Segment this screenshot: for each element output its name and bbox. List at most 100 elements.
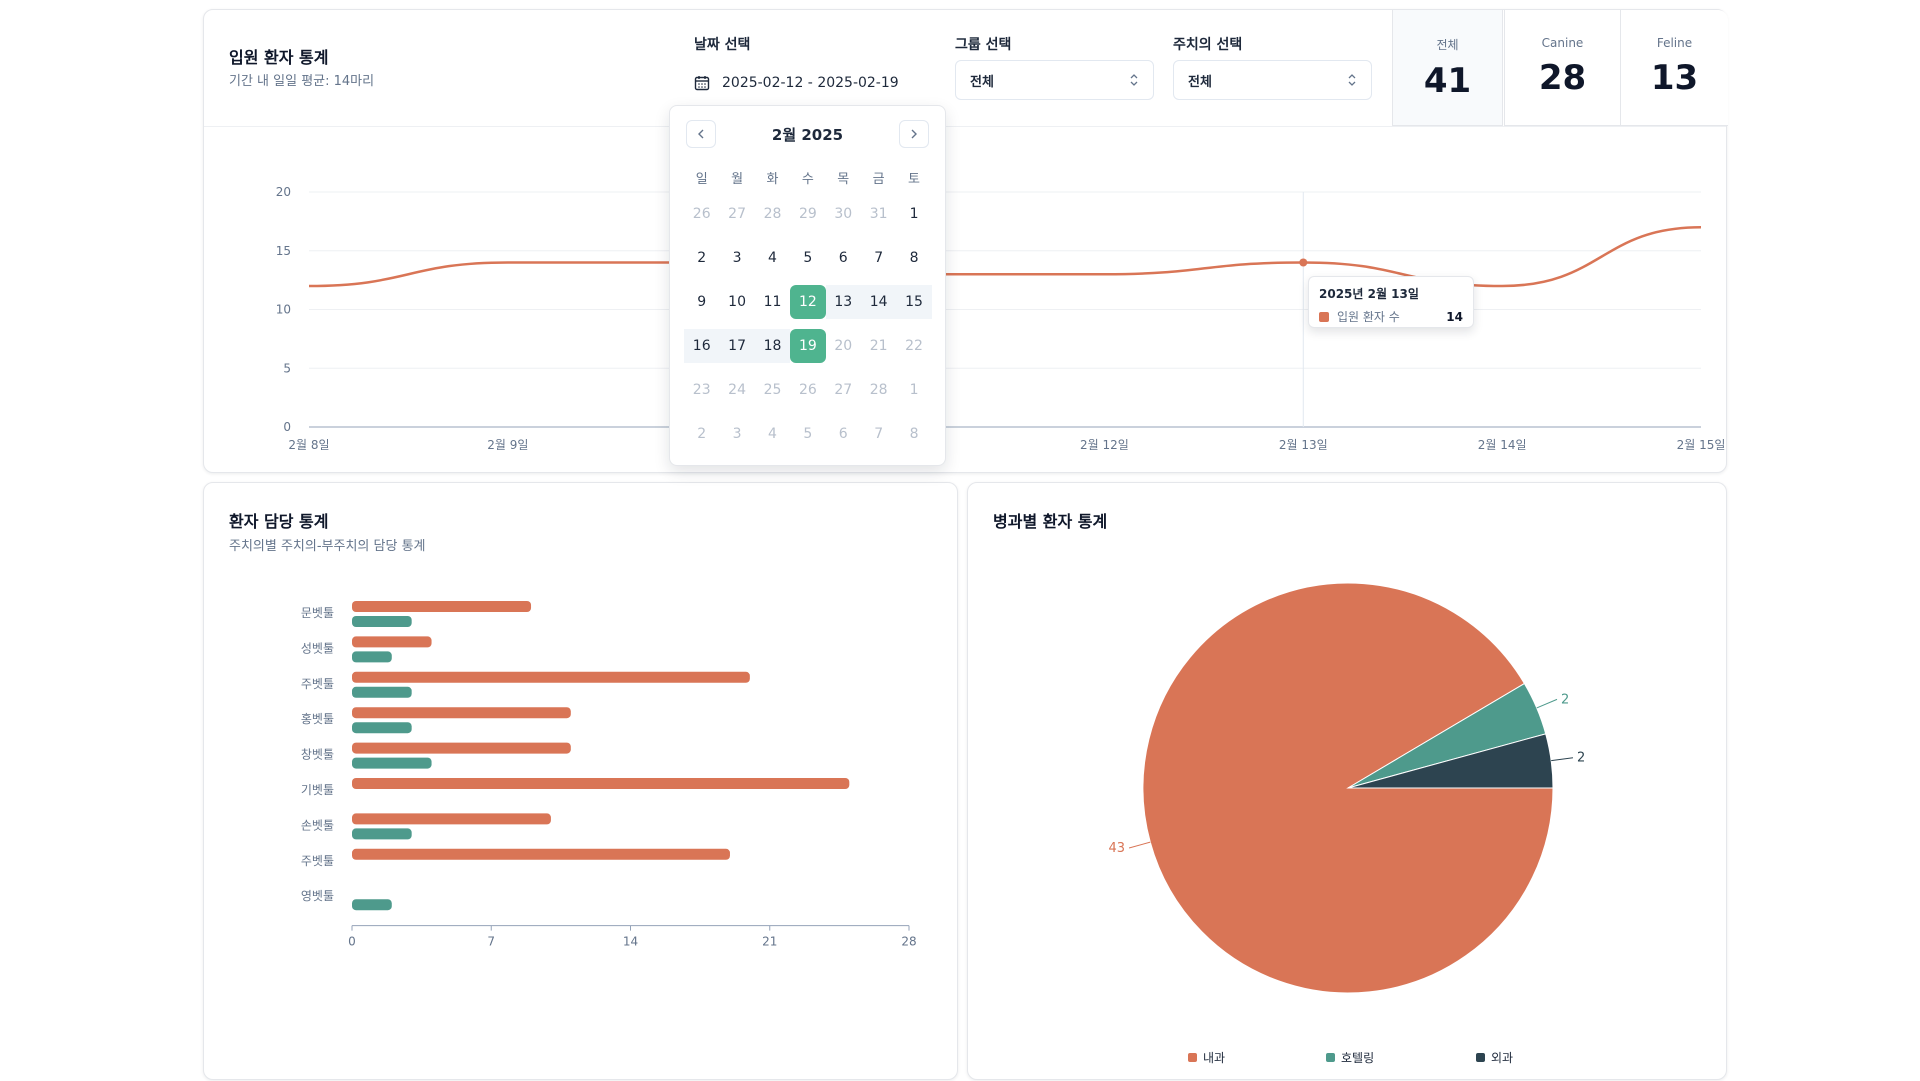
y-tick-label: 10: [276, 303, 291, 317]
stat-feline[interactable]: Feline 13: [1620, 10, 1728, 126]
x-tick-label: 21: [762, 935, 777, 949]
calendar-day[interactable]: 27: [826, 373, 861, 407]
calendar-day[interactable]: 31: [861, 197, 896, 231]
bar-secondary: [352, 686, 412, 698]
chart-tooltip: 2025년 2월 13일 입원 환자 수 14: [1308, 276, 1474, 328]
category-label: 홍벳툴: [301, 712, 334, 726]
calendar-day[interactable]: 2: [684, 417, 719, 451]
calendar-day[interactable]: 7: [861, 241, 896, 275]
legend-label: 호텔링: [1341, 1051, 1375, 1065]
calendar-day[interactable]: 26: [790, 373, 825, 407]
calendar-day[interactable]: 7: [861, 417, 896, 451]
chevron-right-icon: [911, 129, 917, 139]
bar-secondary: [352, 899, 392, 911]
calendar-day[interactable]: 21: [861, 329, 896, 363]
calendar-day[interactable]: 4: [755, 241, 790, 275]
weekday-label: 일: [695, 171, 708, 187]
calendar-day[interactable]: 16: [684, 329, 720, 363]
calendar-day[interactable]: 28: [755, 197, 790, 231]
group-select-label: 그룹 선택: [955, 37, 1012, 53]
calendar-week: 16 17 18 19 20 21 22: [684, 324, 932, 368]
slice-leader-line: [1128, 841, 1151, 849]
calendar-day[interactable]: 3: [719, 417, 754, 451]
stats-header: 입원 환자 통계 기간 내 일일 평균: 14마리 날짜 선택 2025-02-…: [204, 10, 1728, 127]
stat-canine[interactable]: Canine 28: [1504, 10, 1621, 126]
y-tick-label: 20: [276, 185, 291, 199]
group-select[interactable]: 전체: [955, 60, 1154, 100]
calendar-day[interactable]: 22: [896, 329, 931, 363]
calendar-day[interactable]: 10: [719, 285, 754, 319]
inpatient-stats-card: 입원 환자 통계 기간 내 일일 평균: 14마리 날짜 선택 2025-02-…: [203, 9, 1728, 473]
calendar-day[interactable]: 1: [896, 197, 931, 231]
calendar-day[interactable]: 23: [684, 373, 719, 407]
chevron-updown-icon: [1348, 74, 1356, 86]
calendar-day[interactable]: 6: [826, 417, 861, 451]
stat-feline-label: Feline: [1656, 36, 1693, 50]
x-tick-label: 2월 14일: [1478, 438, 1527, 452]
calendar-day[interactable]: 27: [719, 197, 754, 231]
legend-label: 외과: [1491, 1051, 1514, 1065]
chevron-updown-icon: [1130, 74, 1138, 86]
calendar-day[interactable]: 25: [755, 373, 790, 407]
calendar-day[interactable]: 8: [896, 417, 931, 451]
calendar-day[interactable]: 5: [790, 417, 825, 451]
calendar-day[interactable]: 11: [755, 285, 790, 319]
calendar-day[interactable]: 1: [896, 373, 931, 407]
calendar-day[interactable]: 29: [790, 197, 825, 231]
doctor-select[interactable]: 전체: [1173, 60, 1372, 100]
calendar-day[interactable]: 8: [896, 241, 931, 275]
calendar-day[interactable]: 4: [755, 417, 790, 451]
calendar-day[interactable]: 26: [684, 197, 719, 231]
category-label: 주벳툴: [301, 854, 334, 868]
date-picker-popover: 2월 2025 일 월 화 수 목 금 토 26 27 28 29 30 31 1 2 3 4 5 6 7 8 9 10 11…: [669, 105, 946, 466]
calendar-icon: [694, 76, 710, 91]
legend-label: 내과: [1203, 1051, 1226, 1065]
calendar-grid: 일 월 화 수 목 금 토 26 27 28 29 30 31 1 2 3 4 5 6 7 8 9 10 11 12 13 14 15…: [684, 162, 932, 456]
category-label: 영벳툴: [301, 889, 334, 903]
date-range-value: 2025-02-12 - 2025-02-19: [722, 75, 899, 91]
y-tick-label: 0: [283, 420, 291, 434]
active-point: [1299, 258, 1308, 267]
legend-item-internal[interactable]: 내과: [1188, 1049, 1225, 1066]
calendar-day[interactable]: 5: [790, 241, 825, 275]
y-tick-label: 15: [276, 244, 291, 258]
tooltip-value: 14: [1446, 309, 1463, 324]
calendar-day[interactable]: 9: [684, 285, 719, 319]
slice-value-label: 43: [1109, 841, 1126, 856]
calendar-day[interactable]: 19: [790, 329, 826, 363]
calendar-day[interactable]: 6: [826, 241, 861, 275]
legend-swatch: [1326, 1053, 1335, 1062]
calendar-day[interactable]: 17: [719, 329, 755, 363]
stat-total[interactable]: 전체 41: [1392, 10, 1503, 126]
doctor-select-label: 주치의 선택: [1173, 37, 1243, 53]
bar-secondary: [352, 828, 412, 840]
bar-primary: [352, 742, 571, 754]
calendar-day[interactable]: 2: [684, 241, 719, 275]
calendar-day[interactable]: 12: [790, 285, 826, 319]
stat-canine-label: Canine: [1541, 36, 1584, 50]
bar-primary: [352, 778, 850, 789]
calendar-day[interactable]: 13: [825, 285, 861, 319]
calendar-day[interactable]: 15: [896, 285, 932, 319]
calendar-day[interactable]: 14: [860, 285, 897, 319]
stat-total-value: 41: [1423, 61, 1472, 101]
calendar-day[interactable]: 24: [719, 373, 754, 407]
weekday-label: 금: [872, 171, 885, 187]
tooltip-date: 2025년 2월 13일: [1319, 287, 1419, 301]
x-tick-label: 2월 8일: [288, 438, 329, 452]
calendar-day[interactable]: 28: [861, 373, 896, 407]
date-range-button[interactable]: 2025-02-12 - 2025-02-19: [694, 65, 934, 101]
next-month-button[interactable]: [899, 120, 929, 148]
calendar-week: 26 27 28 29 30 31 1: [684, 192, 932, 236]
x-tick-label: 0: [348, 935, 356, 949]
date-picker-label: 날짜 선택: [694, 37, 751, 53]
legend-item-hotel[interactable]: 호텔링: [1326, 1049, 1374, 1066]
calendar-day[interactable]: 18: [754, 329, 791, 363]
calendar-day[interactable]: 20: [826, 329, 861, 363]
category-label: 창벳툴: [301, 748, 334, 762]
calendar-day[interactable]: 3: [719, 241, 754, 275]
calendar-day[interactable]: 30: [826, 197, 861, 231]
legend-item-surgery[interactable]: 외과: [1476, 1049, 1513, 1066]
calendar-week: 2345678: [684, 412, 932, 456]
slice-leader-line: [1551, 757, 1574, 762]
